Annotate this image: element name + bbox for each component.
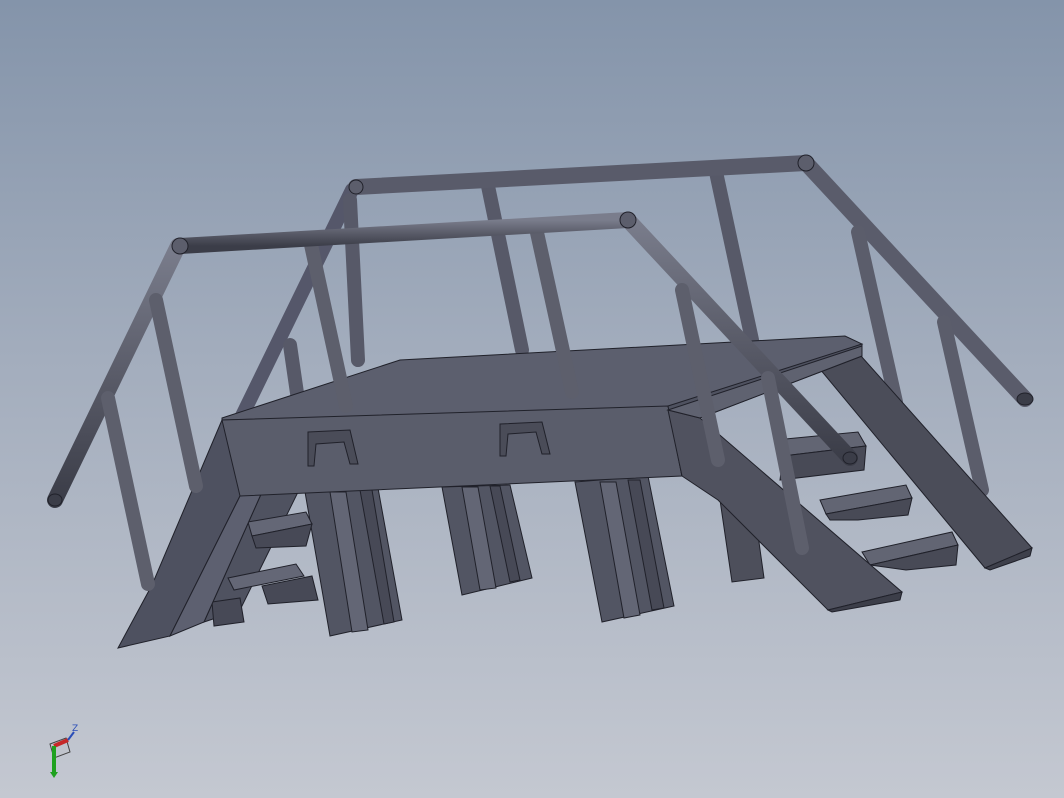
model-view[interactable] <box>0 0 1064 798</box>
z-axis-label: Z <box>72 724 78 734</box>
deck-support-legs <box>304 475 675 637</box>
cad-viewport[interactable]: Z <box>0 0 1064 798</box>
orientation-triad-icon: Z <box>49 724 78 778</box>
